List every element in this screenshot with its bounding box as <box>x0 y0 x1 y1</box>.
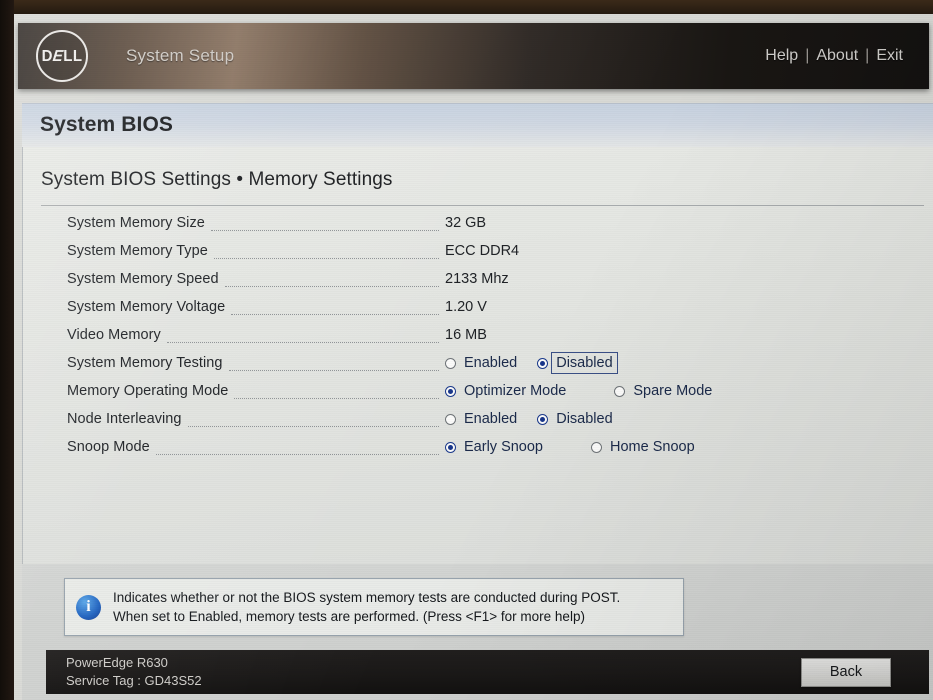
radio-button-icon[interactable] <box>445 413 456 425</box>
radio-option[interactable]: Enabled <box>445 411 519 427</box>
help-area: i Indicates whether or not the BIOS syst… <box>22 564 933 648</box>
service-tag: Service Tag : GD43S52 <box>66 673 202 688</box>
setting-value: 16 MB <box>445 327 487 343</box>
setting-value-cell: Enabled Disabled <box>445 352 921 374</box>
setting-value-cell: Enabled Disabled <box>445 411 921 427</box>
dell-logo-letters-ll: LL <box>63 47 83 65</box>
setting-row: Snoop Mode Early Snoop Home Snoop <box>41 433 921 461</box>
radio-option[interactable]: Enabled <box>445 355 519 371</box>
setting-label: System Memory Type <box>67 243 208 259</box>
breadcrumb: System BIOS Settings • Memory Settings <box>41 169 393 190</box>
dotted-leader <box>231 304 439 315</box>
radio-option-label: Enabled <box>464 411 518 427</box>
about-link[interactable]: About <box>816 47 858 65</box>
radio-option[interactable]: Early Snoop <box>445 439 545 455</box>
radio-button-icon[interactable] <box>614 385 626 397</box>
settings-panel: System BIOS Settings • Memory Settings S… <box>22 147 933 564</box>
bios-screen: DELL System Setup Help | About | Exit Sy… <box>14 14 933 700</box>
page-title: System BIOS <box>40 113 173 136</box>
monitor-bezel-left <box>0 0 14 700</box>
radio-option-label: Optimizer Mode <box>464 383 567 399</box>
setting-row: System Memory Type ECC DDR4 <box>41 237 921 265</box>
app-title: System Setup <box>126 46 235 65</box>
breadcrumb-divider <box>41 205 924 206</box>
setting-row: Node Interleaving Enabled Disabled <box>41 405 921 433</box>
exit-link[interactable]: Exit <box>876 47 903 65</box>
nav-separator-1: | <box>805 47 810 64</box>
setting-row: System Memory Speed 2133 Mhz <box>41 265 921 293</box>
radio-option[interactable]: Home Snoop <box>591 439 697 455</box>
setting-value-cell: 32 GB <box>445 215 921 231</box>
radio-button-icon[interactable] <box>591 441 602 453</box>
dotted-leader <box>224 276 439 287</box>
dotted-leader <box>155 444 439 455</box>
setting-value-cell: 16 MB <box>445 327 921 343</box>
dotted-leader <box>166 332 439 343</box>
radio-option-label: Disabled <box>556 411 613 427</box>
radio-option-label: Enabled <box>464 355 518 371</box>
radio-button-icon[interactable] <box>537 413 549 425</box>
setting-row: Video Memory 16 MB <box>41 321 921 349</box>
help-link[interactable]: Help <box>765 47 798 65</box>
radio-option[interactable]: Spare Mode <box>614 383 714 399</box>
setting-label: System Memory Speed <box>67 271 219 287</box>
info-icon: i <box>76 594 101 620</box>
radio-button-icon[interactable] <box>445 441 456 453</box>
radio-button-icon[interactable] <box>537 357 549 369</box>
setting-label: Node Interleaving <box>67 411 182 427</box>
nav-separator-2: | <box>865 47 870 64</box>
radio-button-icon[interactable] <box>445 357 456 369</box>
setting-value-cell: Optimizer Mode Spare Mode <box>445 383 921 399</box>
setting-value: 1.20 V <box>445 299 487 315</box>
radio-option[interactable]: Optimizer Mode <box>445 383 568 399</box>
help-text: Indicates whether or not the BIOS system… <box>113 588 620 626</box>
dotted-leader <box>213 248 439 259</box>
setting-label: Snoop Mode <box>67 439 150 455</box>
monitor-bezel-top <box>0 0 933 14</box>
setting-row: System Memory Voltage 1.20 V <box>41 293 921 321</box>
setting-value-cell: 1.20 V <box>445 299 921 315</box>
help-line-1: Indicates whether or not the BIOS system… <box>113 590 621 605</box>
setting-label: Memory Operating Mode <box>67 383 229 399</box>
monitor-photo-background: DELL System Setup Help | About | Exit Sy… <box>0 0 933 700</box>
help-line-2: When set to Enabled, memory tests are pe… <box>113 609 585 624</box>
help-box: i Indicates whether or not the BIOS syst… <box>64 578 684 636</box>
setting-value: 2133 Mhz <box>445 271 509 287</box>
back-button[interactable]: Back <box>801 657 891 687</box>
dotted-leader <box>228 360 439 371</box>
system-info: PowerEdge R630 Service Tag : GD43S52 <box>66 654 202 690</box>
system-setup-header-bar: DELL System Setup Help | About | Exit <box>18 23 929 89</box>
settings-rows: System Memory Size 32 GB System Memory Typ… <box>41 209 921 461</box>
setting-label: System Memory Voltage <box>67 299 226 315</box>
dell-logo-icon: DELL <box>36 30 88 82</box>
setting-value-cell: Early Snoop Home Snoop <box>445 439 921 455</box>
radio-button-icon[interactable] <box>445 385 456 397</box>
setting-label: Video Memory <box>67 327 161 343</box>
radio-option-label: Home Snoop <box>610 439 695 455</box>
header-nav: Help | About | Exit <box>765 47 903 65</box>
page-header-bar: System BIOS <box>22 103 933 148</box>
setting-row: System Memory Size 32 GB <box>41 209 921 237</box>
setting-value-cell: ECC DDR4 <box>445 243 921 259</box>
setting-value-cell: 2133 Mhz <box>445 271 921 287</box>
dotted-leader <box>234 388 439 399</box>
radio-option-label: Spare Mode <box>633 383 713 399</box>
footer-area: PowerEdge R630 Service Tag : GD43S52 Bac… <box>22 648 933 700</box>
setting-value: 32 GB <box>445 215 487 231</box>
radio-option[interactable]: Disabled <box>537 352 618 374</box>
footer-bar: PowerEdge R630 Service Tag : GD43S52 Bac… <box>46 650 929 694</box>
setting-label: System Memory Size <box>67 215 205 231</box>
setting-row: System Memory Testing Enabled Disabled <box>41 349 921 377</box>
setting-label: System Memory Testing <box>67 355 223 371</box>
radio-option-label: Disabled <box>551 352 618 374</box>
radio-option[interactable]: Disabled <box>537 411 614 427</box>
setting-value: ECC DDR4 <box>445 243 520 259</box>
radio-option-label: Early Snoop <box>464 439 543 455</box>
dotted-leader <box>187 416 439 427</box>
dotted-leader <box>210 220 439 231</box>
setting-row: Memory Operating Mode Optimizer Mode Spare… <box>41 377 921 405</box>
system-model: PowerEdge R630 <box>66 655 168 670</box>
